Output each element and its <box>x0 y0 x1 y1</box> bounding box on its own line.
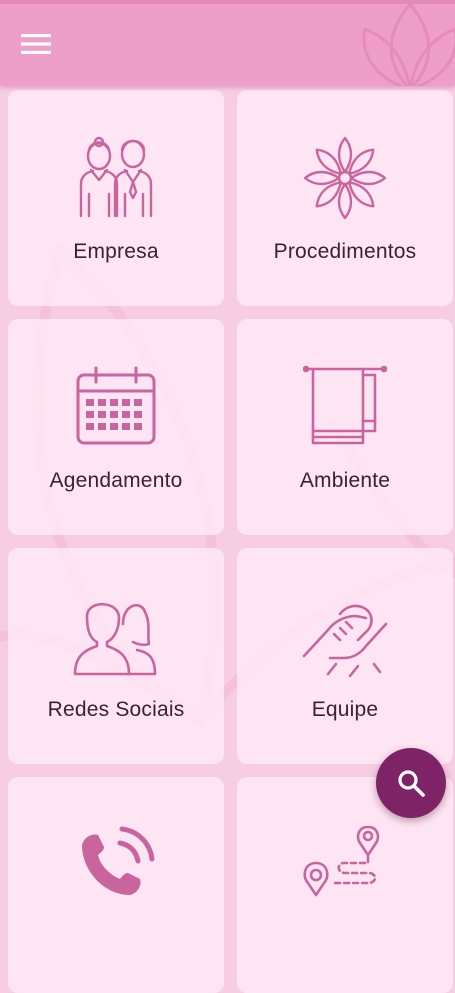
lotus-icon <box>362 1 455 86</box>
tile-agendamento[interactable]: Agendamento <box>8 319 224 535</box>
tile-empresa[interactable]: Empresa <box>8 90 224 306</box>
handshake-icon <box>302 604 388 678</box>
menu-button[interactable] <box>12 26 60 62</box>
tile-ambiente[interactable]: Ambiente <box>237 319 453 535</box>
tile-redes-sociais[interactable]: Redes Sociais <box>8 548 224 764</box>
phone-icon <box>82 826 155 895</box>
search-icon <box>398 770 425 797</box>
hamburger-menu-icon <box>21 34 51 54</box>
tile-contato[interactable] <box>8 777 224 993</box>
towel-rack-icon <box>303 365 387 445</box>
tile-label-equipe: Equipe <box>311 698 379 721</box>
tile-label-ambiente: Ambiente <box>299 469 391 492</box>
tile-equipe[interactable]: Equipe <box>237 548 453 764</box>
app-bar <box>0 0 455 86</box>
tile-label-empresa: Empresa <box>73 240 159 263</box>
tile-label-agendamento: Agendamento <box>49 469 183 492</box>
calendar-icon <box>76 366 156 445</box>
couple-people-icon <box>79 136 153 218</box>
tile-label-procedimentos: Procedimentos <box>273 240 417 263</box>
users-silhouette-icon <box>73 603 157 676</box>
mandala-flower-icon <box>303 136 387 220</box>
tile-procedimentos[interactable]: Procedimentos <box>237 90 453 306</box>
search-fab[interactable] <box>376 748 446 818</box>
tile-label-redes-sociais: Redes Sociais <box>47 698 185 721</box>
route-map-icon <box>303 825 380 897</box>
